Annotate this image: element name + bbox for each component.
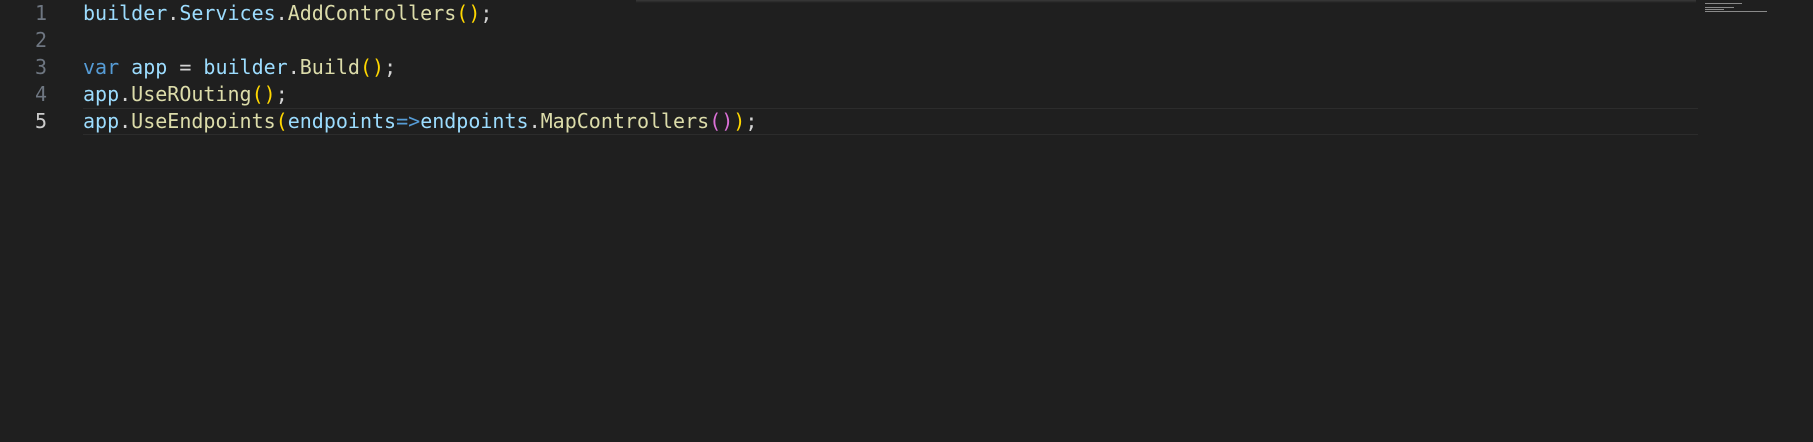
code-text-area[interactable]: builder.Services.AddControllers(); var a… bbox=[83, 0, 1698, 135]
code-line[interactable] bbox=[83, 27, 1698, 54]
code-token: UseROuting bbox=[131, 82, 252, 106]
code-token: AddControllers bbox=[287, 1, 457, 25]
code-token: ; bbox=[480, 1, 493, 25]
minimap-line bbox=[1705, 11, 1767, 12]
minimap-line bbox=[1705, 3, 1742, 4]
code-token: ; bbox=[275, 82, 288, 106]
code-token: ; bbox=[384, 55, 397, 79]
code-token: . bbox=[275, 1, 288, 25]
code-token: Build bbox=[299, 55, 360, 79]
code-line[interactable]: var app = builder.Build(); bbox=[83, 54, 1698, 81]
code-token: () bbox=[251, 82, 276, 106]
code-token: builder bbox=[203, 55, 288, 79]
line-number: 2 bbox=[34, 28, 47, 52]
code-token: endpoints bbox=[287, 109, 397, 133]
code-token: ; bbox=[745, 109, 758, 133]
code-token: = bbox=[167, 55, 204, 79]
code-token: . bbox=[167, 1, 180, 25]
code-token: . bbox=[528, 109, 541, 133]
code-token: app bbox=[83, 109, 120, 133]
line-number: 3 bbox=[34, 55, 47, 79]
code-line-current[interactable]: app.UseEndpoints(endpoints=>endpoints.Ma… bbox=[83, 108, 1698, 135]
code-line[interactable]: app.UseROuting(); bbox=[83, 81, 1698, 108]
code-token: var bbox=[83, 55, 120, 79]
minimap-line bbox=[1705, 9, 1724, 10]
code-token: UseEndpoints bbox=[131, 109, 276, 133]
line-number-active: 5 bbox=[34, 109, 47, 133]
code-token: builder bbox=[83, 1, 168, 25]
line-number: 4 bbox=[34, 82, 47, 106]
minimap-line bbox=[1705, 7, 1734, 8]
minimap[interactable] bbox=[1703, 0, 1813, 442]
code-token: ) bbox=[733, 109, 746, 133]
code-line[interactable]: builder.Services.AddControllers(); bbox=[83, 0, 1698, 27]
code-editor[interactable]: 1 2 3 4 5 builder.Services.AddController… bbox=[0, 0, 1813, 442]
code-token: . bbox=[287, 55, 300, 79]
code-token: ( bbox=[275, 109, 288, 133]
line-number: 1 bbox=[34, 1, 47, 25]
code-token: app bbox=[131, 55, 168, 79]
code-token: endpoints bbox=[420, 109, 529, 133]
code-token: => bbox=[396, 109, 421, 133]
code-token: MapControllers bbox=[540, 109, 710, 133]
code-token: () bbox=[359, 55, 385, 79]
code-token: () bbox=[709, 109, 734, 133]
line-number-gutter: 1 2 3 4 5 bbox=[0, 0, 60, 135]
code-token: . bbox=[119, 82, 132, 106]
code-token: () bbox=[456, 1, 481, 25]
code-token: Services bbox=[179, 1, 276, 25]
code-token: . bbox=[119, 109, 132, 133]
code-token: app bbox=[83, 82, 120, 106]
